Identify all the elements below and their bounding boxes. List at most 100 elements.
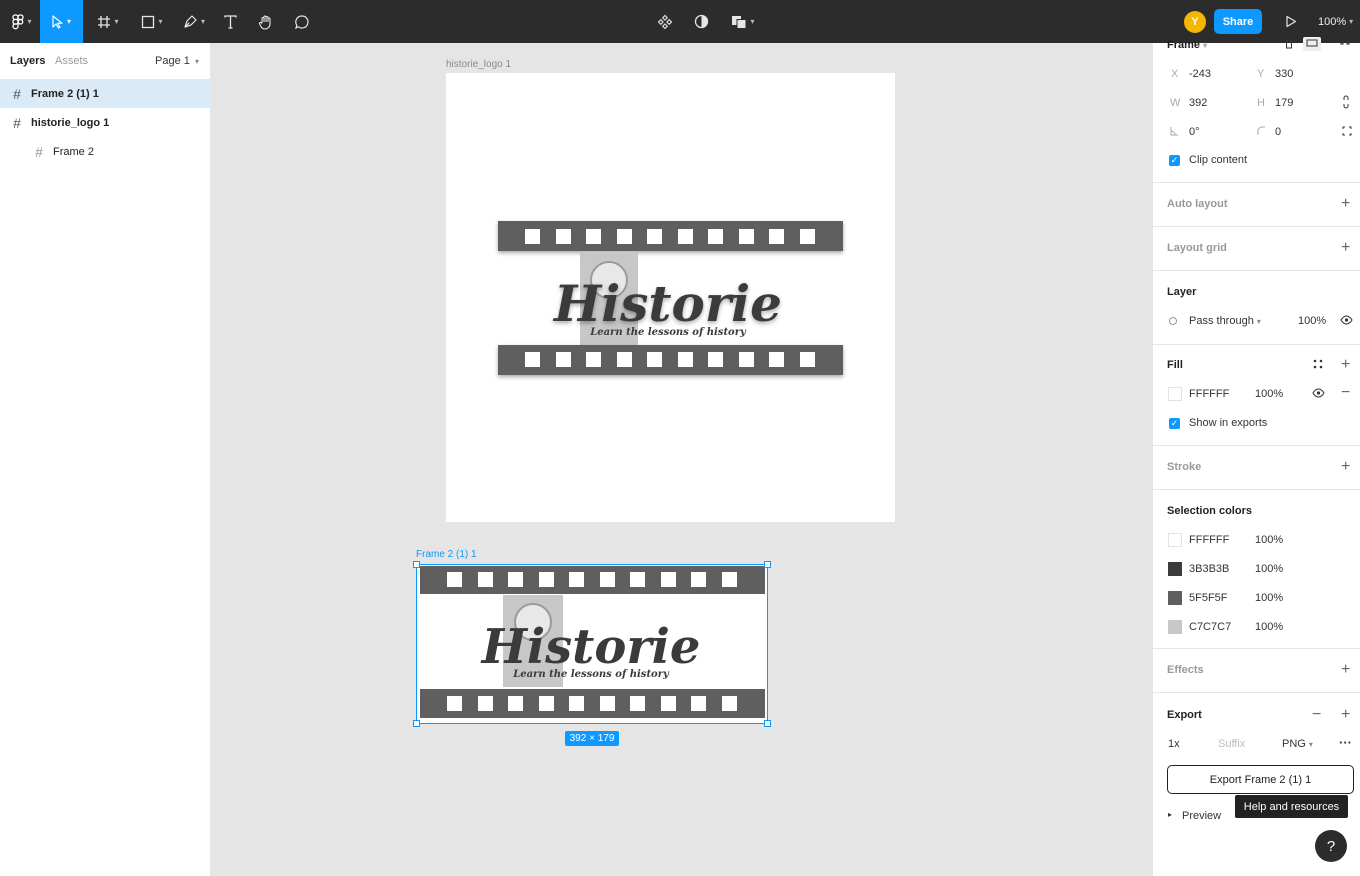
page-selector[interactable]: Page 1 ▾ xyxy=(155,55,199,67)
clip-content-checkbox[interactable]: ✓ xyxy=(1169,155,1180,166)
selection-color-opacity[interactable]: 100% xyxy=(1255,621,1283,633)
h-input[interactable]: 179 xyxy=(1275,97,1293,109)
export-button[interactable]: Export Frame 2 (1) 1 xyxy=(1167,765,1354,794)
layer-row[interactable]: # historie_logo 1 xyxy=(0,108,211,137)
help-tooltip: Help and resources xyxy=(1235,795,1348,818)
shape-tool-button[interactable]: ▾ xyxy=(134,0,170,43)
frame-section-label[interactable]: Frame ▾ xyxy=(1167,39,1207,51)
text-tool-button[interactable] xyxy=(218,0,242,43)
tab-assets[interactable]: Assets xyxy=(55,55,88,67)
remove-export-icon[interactable]: − xyxy=(1312,707,1321,723)
selection-color-hex[interactable]: C7C7C7 xyxy=(1189,621,1231,633)
divider xyxy=(1153,445,1360,446)
landscape-icon[interactable] xyxy=(1303,37,1321,51)
eye-icon[interactable] xyxy=(1340,315,1353,328)
frame-tool-button[interactable]: ▾ xyxy=(90,0,126,43)
resize-handle-bottom-right[interactable] xyxy=(764,720,771,727)
layers-panel: Layers Assets Page 1 ▾ # Frame 2 (1) 1 #… xyxy=(0,43,211,876)
frame-selected[interactable]: Historie Learn the lessons of history xyxy=(413,561,771,727)
selection-colors-heading: Selection colors xyxy=(1167,505,1252,517)
export-suffix-input[interactable]: Suffix xyxy=(1218,738,1245,750)
resize-handle-top-left[interactable] xyxy=(413,561,420,568)
divider xyxy=(1153,489,1360,490)
components-button[interactable] xyxy=(654,0,676,43)
caret-right-icon[interactable]: ▸ xyxy=(1168,810,1172,819)
layer-heading: Layer xyxy=(1167,286,1197,298)
zoom-label: 100% xyxy=(1318,15,1347,28)
y-input[interactable]: 330 xyxy=(1275,68,1293,80)
add-stroke-icon[interactable]: + xyxy=(1341,459,1350,475)
add-export-icon[interactable]: + xyxy=(1341,707,1350,723)
move-tool-button[interactable]: ▾ xyxy=(40,0,83,43)
frame-icon: # xyxy=(35,143,43,160)
layer-row[interactable]: # Frame 2 xyxy=(0,137,211,166)
boolean-ops-button[interactable]: ▾ xyxy=(726,0,760,43)
resize-handle-bottom-left[interactable] xyxy=(413,720,420,727)
selection-color-opacity[interactable]: 100% xyxy=(1255,534,1283,546)
cursor-icon xyxy=(52,14,64,29)
style-grid-icon[interactable] xyxy=(1313,359,1323,372)
resize-handle-top-right[interactable] xyxy=(764,561,771,568)
selection-color-hex[interactable]: FFFFFF xyxy=(1189,534,1229,546)
historie-logo-image: Historie Learn the lessons of history xyxy=(498,221,843,375)
selection-color-opacity[interactable]: 100% xyxy=(1255,563,1283,575)
h-label: H xyxy=(1257,97,1265,109)
pen-tool-button[interactable]: ▾ xyxy=(176,0,212,43)
corner-radius-input[interactable]: 0 xyxy=(1275,126,1281,138)
x-input[interactable]: -243 xyxy=(1189,68,1211,80)
add-fill-icon[interactable]: + xyxy=(1341,357,1350,373)
export-scale-select[interactable]: 1x xyxy=(1168,738,1180,750)
canvas[interactable]: historie_logo 1 Historie Learn the lesso… xyxy=(212,43,1152,876)
main-menu-button[interactable]: ▾ xyxy=(4,0,40,43)
hand-tool-button[interactable] xyxy=(254,0,278,43)
selection-color-hex[interactable]: 3B3B3B xyxy=(1189,563,1229,575)
blend-mode-dropdown[interactable]: Pass through ▾ xyxy=(1189,315,1261,327)
chevron-down-icon: ▾ xyxy=(158,17,163,26)
selection-color-swatch[interactable] xyxy=(1168,620,1182,634)
chevron-down-icon: ▾ xyxy=(1203,41,1208,50)
comment-tool-button[interactable] xyxy=(290,0,314,43)
divider xyxy=(1153,648,1360,649)
selection-color-swatch[interactable] xyxy=(1168,591,1182,605)
layer-label: Frame 2 xyxy=(53,145,94,158)
add-auto-layout-icon[interactable]: + xyxy=(1341,196,1350,212)
layer-opacity-input[interactable]: 100% xyxy=(1298,315,1326,327)
export-suffix-placeholder: Suffix xyxy=(1218,738,1246,750)
selection-color-hex[interactable]: 5F5F5F xyxy=(1189,592,1228,604)
selection-color-opacity[interactable]: 100% xyxy=(1255,592,1283,604)
mask-button[interactable] xyxy=(690,0,712,43)
zoom-dropdown[interactable]: 100% ▾ xyxy=(1318,0,1353,43)
constrain-proportions-icon[interactable] xyxy=(1342,95,1350,112)
fill-opacity-input[interactable]: 100% xyxy=(1255,388,1283,400)
layer-row[interactable]: # Frame 2 (1) 1 xyxy=(0,79,211,108)
independent-corners-icon[interactable] xyxy=(1342,126,1352,139)
frame-name-label[interactable]: historie_logo 1 xyxy=(446,59,511,70)
add-effect-icon[interactable]: + xyxy=(1341,662,1350,678)
more-options-icon[interactable]: ··· xyxy=(1339,735,1352,750)
add-layout-grid-icon[interactable]: + xyxy=(1341,240,1350,256)
share-button[interactable]: Share xyxy=(1214,9,1262,34)
rotation-input[interactable]: 0° xyxy=(1189,126,1200,138)
selection-color-swatch[interactable] xyxy=(1168,533,1182,547)
export-format-select[interactable]: PNG ▾ xyxy=(1282,738,1313,750)
remove-fill-icon[interactable]: − xyxy=(1341,385,1350,401)
resize-to-fit-icon[interactable] xyxy=(1339,40,1351,53)
selection-color-swatch[interactable] xyxy=(1168,562,1182,576)
avatar[interactable]: Y xyxy=(1184,11,1206,33)
preview-label[interactable]: Preview xyxy=(1182,810,1221,822)
frame-historie-logo[interactable]: Historie Learn the lessons of history xyxy=(446,73,895,522)
frame-icon xyxy=(97,15,111,29)
w-input[interactable]: 392 xyxy=(1189,97,1207,109)
show-in-exports-checkbox[interactable]: ✓ xyxy=(1169,418,1180,429)
help-button[interactable]: ? xyxy=(1315,830,1347,862)
eye-icon[interactable] xyxy=(1312,388,1325,401)
tab-layers[interactable]: Layers xyxy=(10,55,45,67)
x-label: X xyxy=(1171,68,1179,80)
frame-label: Frame xyxy=(1167,39,1201,51)
layer-label: historie_logo 1 xyxy=(31,116,110,129)
fill-color-swatch[interactable] xyxy=(1168,387,1182,401)
present-button[interactable] xyxy=(1280,0,1302,43)
portrait-icon[interactable] xyxy=(1284,39,1294,52)
selected-frame-name-label[interactable]: Frame 2 (1) 1 xyxy=(416,549,477,560)
fill-hex-input[interactable]: FFFFFF xyxy=(1189,388,1229,400)
